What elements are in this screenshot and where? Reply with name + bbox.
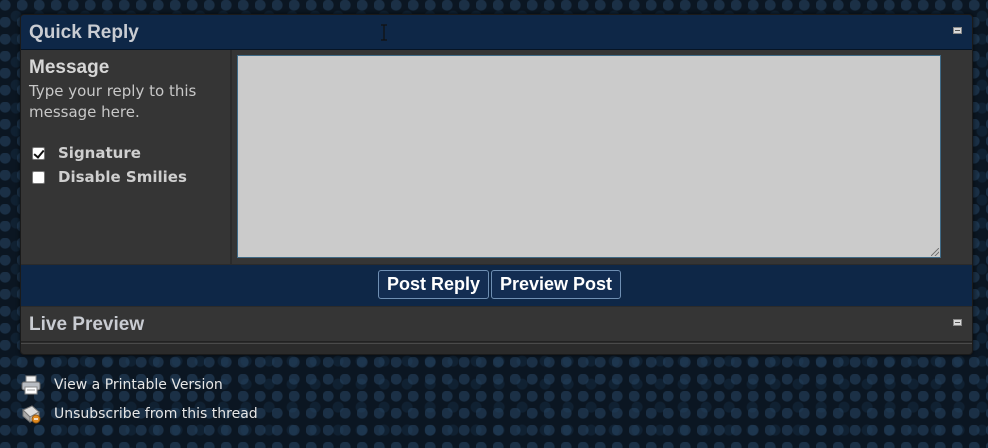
quick-reply-panel: Quick Reply Message Type your reply to t…: [20, 14, 973, 355]
message-editor-area: [232, 50, 972, 264]
disable-smilies-label: Disable Smilies: [58, 168, 187, 186]
signature-option[interactable]: Signature: [32, 143, 141, 163]
live-preview-header[interactable]: Live Preview: [21, 307, 972, 342]
resize-grip-icon[interactable]: [931, 248, 939, 256]
printable-version-label[interactable]: View a Printable Version: [54, 377, 223, 393]
message-title: Message: [29, 57, 110, 78]
printable-version-link[interactable]: View a Printable Version: [20, 374, 223, 396]
live-preview-title: Live Preview: [29, 314, 145, 335]
divider: [21, 343, 972, 344]
disable-smilies-option[interactable]: Disable Smilies: [32, 167, 187, 187]
disable-smilies-checkbox[interactable]: [32, 170, 45, 184]
printer-icon: [20, 375, 42, 395]
message-sidebar: Message Type your reply to this message …: [21, 50, 230, 264]
unsubscribe-icon: [20, 404, 42, 424]
signature-label: Signature: [58, 144, 141, 162]
message-textarea[interactable]: [237, 55, 941, 258]
message-description: Type your reply to this message here.: [29, 82, 197, 121]
preview-post-button[interactable]: Preview Post: [491, 270, 622, 299]
collapse-icon[interactable]: [953, 27, 962, 34]
unsubscribe-label[interactable]: Unsubscribe from this thread: [54, 406, 258, 422]
quick-reply-header: Quick Reply: [21, 15, 972, 50]
button-bar: Post Reply Preview Post: [21, 265, 972, 306]
unsubscribe-link[interactable]: Unsubscribe from this thread: [20, 403, 258, 425]
text-cursor-icon: [381, 24, 387, 41]
signature-checkbox[interactable]: [32, 146, 45, 160]
collapse-icon[interactable]: [953, 319, 962, 326]
post-reply-button[interactable]: Post Reply: [378, 270, 490, 299]
quick-reply-title: Quick Reply: [29, 22, 139, 43]
